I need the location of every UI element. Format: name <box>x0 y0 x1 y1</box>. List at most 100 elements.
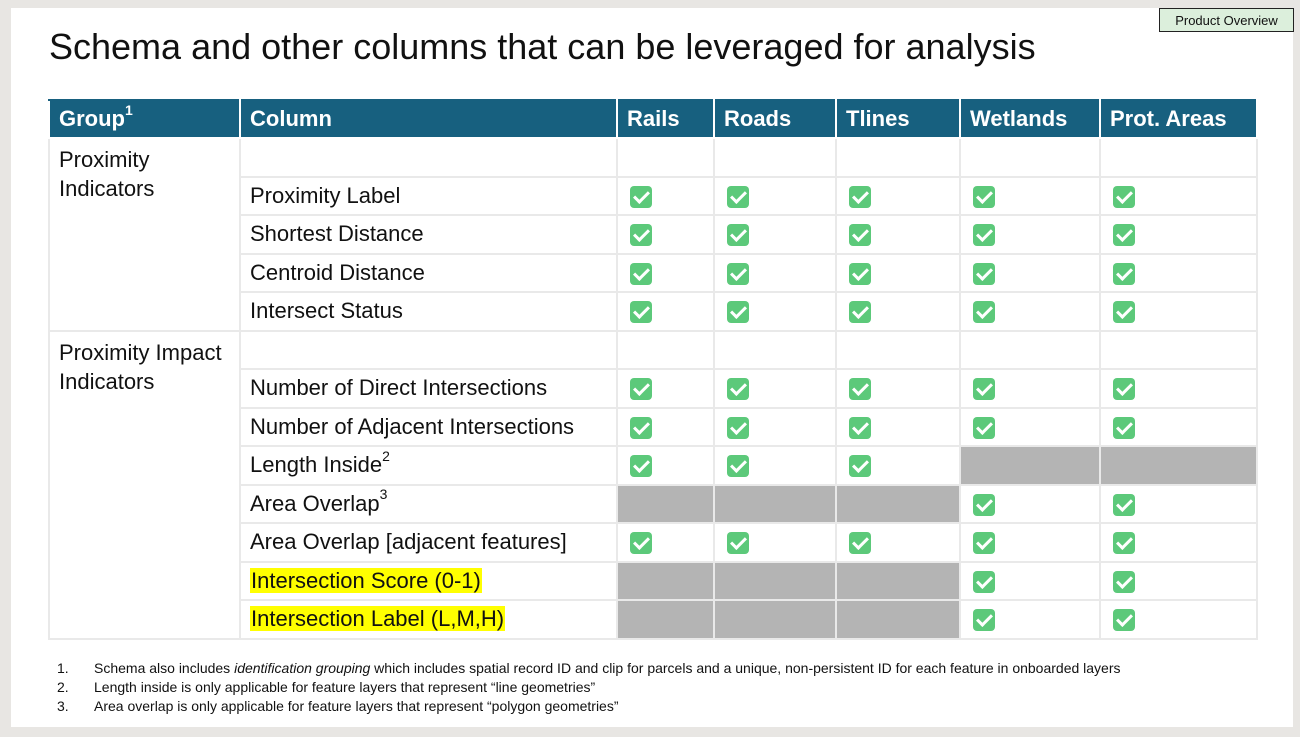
cell-tlines <box>835 445 961 486</box>
group-proximity-indicators: Proximity Indicators <box>48 137 241 332</box>
cell-prot_areas <box>1099 291 1258 332</box>
cell-wetlands <box>959 599 1101 640</box>
cell-roads <box>713 406 837 447</box>
check-icon <box>630 378 652 401</box>
check-icon <box>727 455 749 478</box>
cell-wetlands <box>959 560 1101 601</box>
schema-table: Group1 Column Rails Roads Tlines Wetland… <box>48 99 1258 640</box>
check-icon <box>973 185 995 208</box>
cell-roads <box>713 175 837 216</box>
cell-wetlands <box>959 252 1101 293</box>
cell-roads <box>713 445 837 486</box>
cell-tlines-not-applicable <box>835 599 961 640</box>
check-icon <box>849 262 871 285</box>
cell-roads-not-applicable <box>713 560 837 601</box>
check-icon <box>1113 493 1135 516</box>
cell-wetlands-not-applicable <box>959 445 1101 486</box>
cell-roads-not-applicable <box>713 599 837 640</box>
cell-rails <box>616 214 715 255</box>
footnote-3: 3. Area overlap is only applicable for f… <box>57 697 619 714</box>
row-label: Intersection Label (L,M,H) <box>239 599 618 640</box>
check-icon <box>973 301 995 324</box>
check-icon <box>630 416 652 439</box>
footnote-1: 1. Schema also includes identification g… <box>57 659 1121 676</box>
row-label: Area Overlap [adjacent features] <box>239 522 618 563</box>
cell-tlines <box>835 406 961 447</box>
check-icon <box>630 262 652 285</box>
header-wetlands: Wetlands <box>959 99 1101 139</box>
cell-rails <box>616 445 715 486</box>
check-icon <box>849 301 871 324</box>
cell-tlines <box>835 175 961 216</box>
cell-wetlands <box>959 483 1101 524</box>
check-icon <box>630 455 652 478</box>
highlighted-text: Intersection Score (0-1) <box>250 567 482 593</box>
cell-roads <box>713 291 837 332</box>
table-header-row: Group1 Column Rails Roads Tlines Wetland… <box>48 99 1258 139</box>
cell-prot_areas <box>1099 560 1258 601</box>
cell-prot_areas <box>1099 599 1258 640</box>
check-icon <box>1113 185 1135 208</box>
check-icon <box>1113 378 1135 401</box>
cell-wetlands <box>959 368 1101 409</box>
cell-tlines-not-applicable <box>835 560 961 601</box>
header-rails: Rails <box>616 99 715 139</box>
cell-roads <box>713 214 837 255</box>
check-icon <box>630 301 652 324</box>
row-label: Number of Adjacent Intersections <box>239 406 618 447</box>
check-icon <box>973 378 995 401</box>
check-icon <box>973 416 995 439</box>
check-icon <box>1113 609 1135 632</box>
cell-roads <box>713 252 837 293</box>
row-label: Proximity Label <box>239 175 618 216</box>
header-tlines: Tlines <box>835 99 961 139</box>
cell-tlines <box>835 368 961 409</box>
cell-prot_areas-not-applicable <box>1099 445 1258 486</box>
check-icon <box>1113 301 1135 324</box>
row-label: Number of Direct Intersections <box>239 368 618 409</box>
check-icon <box>727 185 749 208</box>
cell-rails <box>616 252 715 293</box>
check-icon <box>849 455 871 478</box>
check-icon <box>973 570 995 593</box>
header-prot-areas: Prot. Areas <box>1099 99 1258 139</box>
header-group: Group1 <box>48 99 241 139</box>
cell-rails-not-applicable <box>616 560 715 601</box>
slide-title: Schema and other columns that can be lev… <box>49 26 1036 67</box>
check-icon <box>849 185 871 208</box>
row-label: Area Overlap3 <box>239 483 618 524</box>
check-icon <box>630 224 652 247</box>
check-icon <box>973 493 995 516</box>
check-icon <box>1113 570 1135 593</box>
cell-prot_areas <box>1099 522 1258 563</box>
check-icon <box>727 301 749 324</box>
cell-rails-not-applicable <box>616 483 715 524</box>
cell-wetlands <box>959 522 1101 563</box>
cell-prot_areas <box>1099 368 1258 409</box>
check-icon <box>1113 224 1135 247</box>
check-icon <box>849 532 871 555</box>
check-icon <box>973 609 995 632</box>
group-proximity-impact-indicators: Proximity Impact Indicators <box>48 329 241 640</box>
row-label: Shortest Distance <box>239 214 618 255</box>
cell-prot_areas <box>1099 175 1258 216</box>
cell-tlines <box>835 291 961 332</box>
cell-tlines <box>835 252 961 293</box>
cell-rails <box>616 406 715 447</box>
cell-prot_areas <box>1099 252 1258 293</box>
check-icon <box>727 262 749 285</box>
cell-tlines <box>835 214 961 255</box>
check-icon <box>1113 532 1135 555</box>
cell-wetlands <box>959 406 1101 447</box>
cell-prot_areas <box>1099 406 1258 447</box>
check-icon <box>1113 262 1135 285</box>
row-label: Intersection Score (0-1) <box>239 560 618 601</box>
cell-tlines <box>835 522 961 563</box>
footnotes: 1. Schema also includes identification g… <box>57 658 1121 715</box>
product-overview-badge: Product Overview <box>1159 8 1294 32</box>
cell-prot_areas <box>1099 214 1258 255</box>
row-label: Centroid Distance <box>239 252 618 293</box>
check-icon <box>849 378 871 401</box>
cell-roads-not-applicable <box>713 483 837 524</box>
check-icon <box>849 416 871 439</box>
